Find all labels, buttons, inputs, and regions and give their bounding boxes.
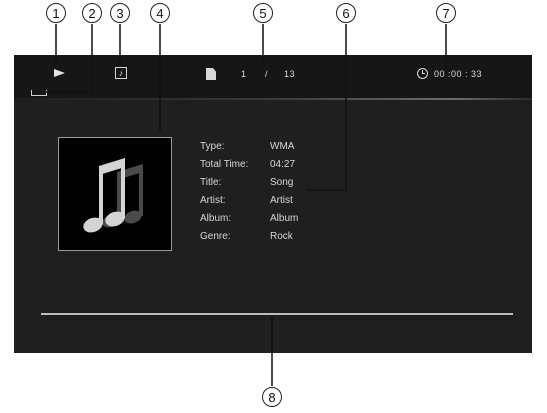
- info-row-type: Type: WMA: [200, 141, 340, 155]
- player-screen: ♪ 1 / 13 00 :00 : 33 Type: WMA Total Tim…: [14, 55, 532, 353]
- callout-8: 8: [262, 387, 282, 407]
- clock-icon: [417, 68, 428, 79]
- callout-4: 4: [150, 3, 170, 23]
- title-label: Title:: [200, 177, 222, 188]
- status-bar: ♪ 1 / 13 00 :00 : 33: [14, 55, 532, 100]
- artist-label: Artist:: [200, 195, 226, 206]
- progress-bar[interactable]: [41, 313, 513, 315]
- music-notes-icon: [83, 158, 143, 233]
- callout-5: 5: [253, 3, 273, 23]
- album-art: [58, 137, 172, 251]
- genre-value: Rock: [270, 231, 293, 242]
- type-label: Type:: [200, 141, 225, 152]
- info-row-genre: Genre: Rock: [200, 231, 340, 245]
- info-row-title: Title: Song: [200, 177, 340, 191]
- album-value: Album: [270, 213, 299, 224]
- total-time-value: 04:27: [270, 159, 296, 170]
- callout-7: 7: [436, 3, 456, 23]
- genre-label: Genre:: [200, 231, 231, 242]
- track-separator: /: [265, 69, 269, 79]
- callout-6: 6: [336, 3, 356, 23]
- info-row-total-time: Total Time: 04:27: [200, 159, 340, 173]
- track-current: 1: [241, 69, 247, 79]
- elapsed-time: 00 :00 : 33: [434, 69, 483, 79]
- callout-1: 1: [46, 3, 66, 23]
- album-label: Album:: [200, 213, 232, 224]
- title-value: Song: [270, 177, 294, 188]
- music-note-icon: ♪: [115, 67, 127, 79]
- track-total: 13: [284, 69, 296, 79]
- file-icon: [206, 68, 216, 80]
- info-row-artist: Artist: Artist: [200, 195, 340, 209]
- callout-3: 3: [110, 3, 130, 23]
- info-row-album: Album: Album: [200, 213, 340, 227]
- repeat-icon: [31, 90, 47, 96]
- status-bar-divider: [14, 98, 532, 100]
- play-icon: [54, 69, 65, 77]
- callout-2: 2: [82, 3, 102, 23]
- total-time-label: Total Time:: [200, 159, 249, 170]
- artist-value: Artist: [270, 195, 293, 206]
- type-value: WMA: [270, 141, 295, 152]
